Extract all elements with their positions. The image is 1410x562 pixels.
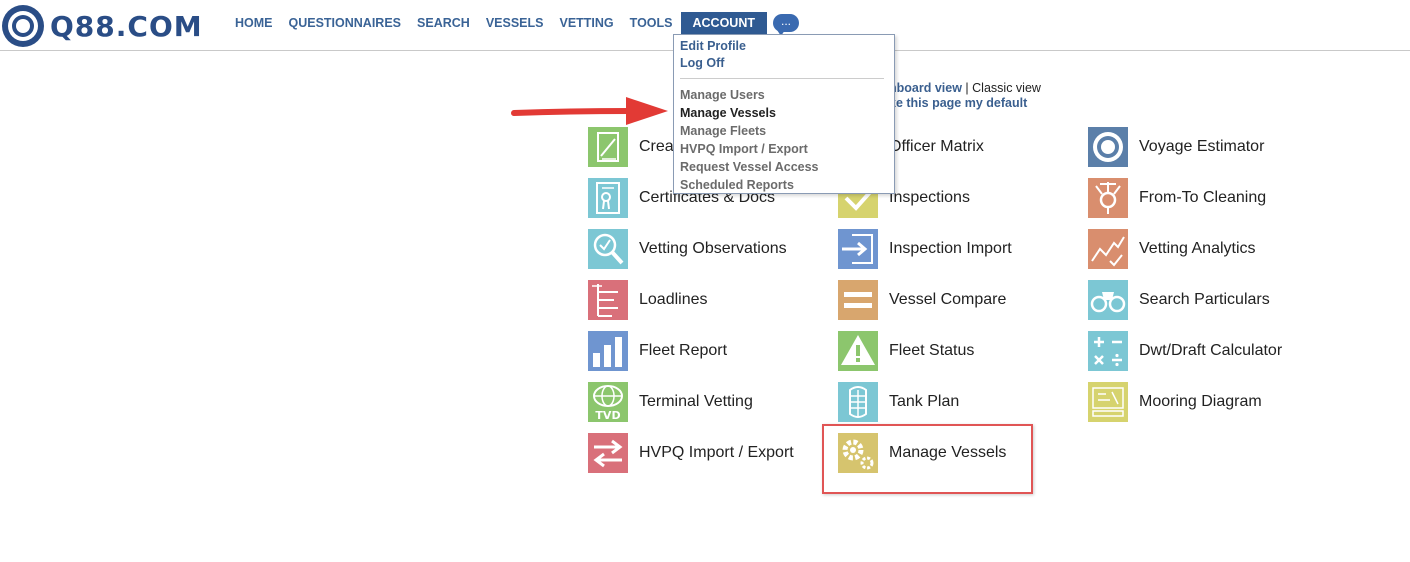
tile-label: Inspections	[889, 189, 970, 206]
menu-manage-vessels[interactable]: Manage Vessels	[680, 106, 776, 120]
menu-request-vessel-access[interactable]: Request Vessel Access	[680, 160, 819, 174]
svg-text:TVD: TVD	[595, 409, 620, 422]
tile-label: From-To Cleaning	[1139, 189, 1267, 206]
tile-label: Voyage Estimator	[1139, 138, 1265, 155]
tile-label: Officer Matrix	[889, 138, 984, 155]
nav-tools[interactable]: TOOLS	[622, 14, 681, 32]
menu-manage-users[interactable]: Manage Users	[680, 88, 765, 102]
account-dropdown-menu: Edit Profile Log Off Manage Users Manage…	[673, 34, 895, 194]
tile-label: Inspection Import	[889, 240, 1012, 257]
warning-icon	[838, 331, 878, 371]
import-arrow-icon	[838, 229, 878, 269]
binoculars-icon	[1088, 280, 1128, 320]
tile-label: Tank Plan	[889, 393, 960, 410]
nav-questionnaires[interactable]: QUESTIONNAIRES	[281, 14, 410, 32]
tile-label: Mooring Diagram	[1139, 393, 1262, 410]
tile-voyage-estimator[interactable]: Voyage Estimator	[1088, 127, 1264, 167]
tile-label: HVPQ Import / Export	[639, 444, 794, 461]
tile-label: Dwt/Draft Calculator	[1139, 342, 1283, 359]
menu-divider	[680, 78, 884, 79]
tile-hvpq-import-export[interactable]: HVPQ Import / Export	[588, 433, 794, 473]
tile-loadlines[interactable]: Loadlines	[588, 280, 708, 320]
tile-create[interactable]: Crea	[588, 127, 674, 167]
tile-label: Vessel Compare	[889, 291, 1007, 308]
bar-chart-icon	[588, 331, 628, 371]
brand-name: Q88.COM	[50, 9, 203, 43]
tile-vetting-observations[interactable]: Vetting Observations	[588, 229, 787, 269]
nav-vessels[interactable]: VESSELS	[478, 14, 552, 32]
equals-icon	[838, 280, 878, 320]
tile-label: Terminal Vetting	[639, 393, 753, 410]
tile-label: Search Particulars	[1139, 291, 1270, 308]
loadline-icon	[588, 280, 628, 320]
certificate-icon	[588, 178, 628, 218]
lifebuoy-icon	[1088, 127, 1128, 167]
menu-edit-profile[interactable]: Edit Profile	[680, 39, 746, 53]
valve-icon	[1088, 178, 1128, 218]
tile-vessel-compare[interactable]: Vessel Compare	[838, 280, 1006, 320]
red-arrow-icon	[511, 97, 668, 125]
mooring-diagram-icon	[1088, 382, 1128, 422]
magnify-check-icon	[588, 229, 628, 269]
trend-line-icon	[1088, 229, 1128, 269]
tile-from-to-cleaning[interactable]: From-To Cleaning	[1088, 178, 1266, 218]
tile-label: Fleet Status	[889, 342, 975, 359]
tile-search-particulars[interactable]: Search Particulars	[1088, 280, 1270, 320]
chat-bubble-icon[interactable]: ...	[773, 14, 799, 36]
tile-vetting-analytics[interactable]: Vetting Analytics	[1088, 229, 1256, 269]
tvd-globe-icon: TVD	[588, 382, 628, 422]
menu-scheduled-reports[interactable]: Scheduled Reports	[680, 178, 794, 192]
menu-hvpq-import-export[interactable]: HVPQ Import / Export	[680, 142, 808, 156]
view-links: hboard view | Classic view ke this page …	[889, 81, 1041, 110]
tile-terminal-vetting[interactable]: TVD Terminal Vetting	[588, 382, 753, 422]
q88-logo[interactable]: Q88.COM	[0, 3, 203, 49]
tile-label: Vetting Analytics	[1139, 240, 1256, 257]
tile-inspection-import[interactable]: Inspection Import	[838, 229, 1012, 269]
nav-vetting[interactable]: VETTING	[551, 14, 621, 32]
tile-fleet-status[interactable]: Fleet Status	[838, 331, 974, 371]
tile-tank-plan[interactable]: Tank Plan	[838, 382, 959, 422]
tank-icon	[838, 382, 878, 422]
nav-account[interactable]: ACCOUNT	[680, 12, 767, 34]
make-default-link[interactable]: ke this page my default	[889, 96, 1027, 110]
calculator-icon	[1088, 331, 1128, 371]
nav-search[interactable]: SEARCH	[409, 14, 478, 32]
view-separator: |	[965, 81, 969, 95]
menu-manage-fleets[interactable]: Manage Fleets	[680, 124, 766, 138]
tile-label: Vetting Observations	[639, 240, 787, 257]
main-nav: HOME QUESTIONNAIRES SEARCH VESSELS VETTI…	[227, 12, 799, 36]
swap-arrows-icon	[588, 433, 628, 473]
create-doc-icon	[588, 127, 628, 167]
dashboard-view-link[interactable]: hboard view	[889, 81, 962, 95]
tile-fleet-report[interactable]: Fleet Report	[588, 331, 727, 371]
tile-label: Fleet Report	[639, 342, 728, 359]
tile-label: Crea	[639, 138, 674, 155]
classic-view-link[interactable]: Classic view	[972, 81, 1041, 95]
manage-vessels-highlight-box	[822, 424, 1033, 494]
q88-logo-icon	[2, 5, 44, 47]
nav-home[interactable]: HOME	[227, 14, 281, 32]
tile-mooring-diagram[interactable]: Mooring Diagram	[1088, 382, 1262, 422]
tile-dwt-draft-calculator[interactable]: Dwt/Draft Calculator	[1088, 331, 1282, 371]
tile-label: Loadlines	[639, 291, 708, 308]
menu-log-off[interactable]: Log Off	[680, 56, 724, 70]
